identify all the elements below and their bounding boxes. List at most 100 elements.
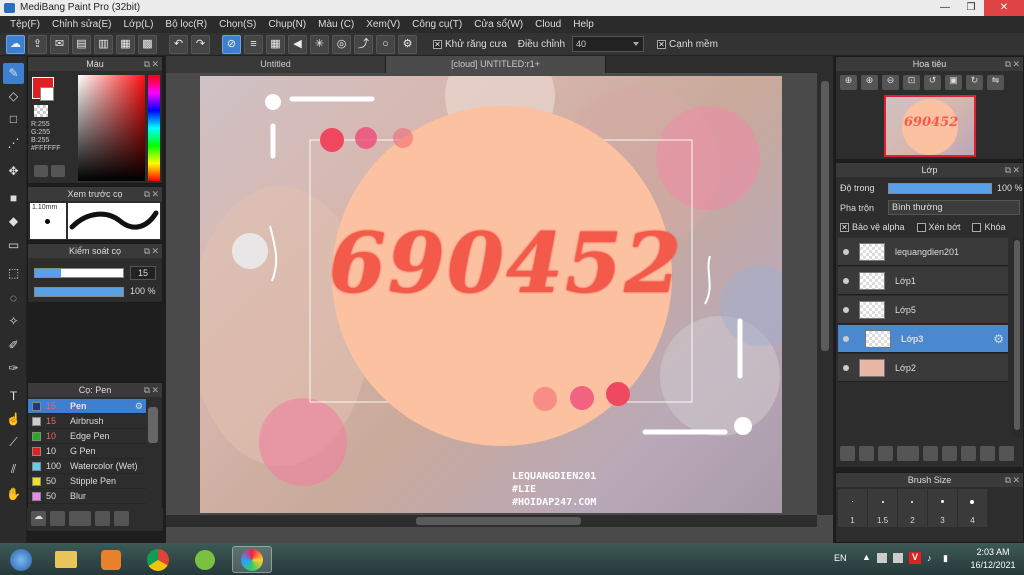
panel-close-icon[interactable]: ✕ xyxy=(151,244,159,258)
alpha-protect-option[interactable]: ✕ Bảo vệ alpha xyxy=(840,222,905,232)
snap-off-icon[interactable]: ⊘ xyxy=(222,34,241,54)
navigator-thumbnail[interactable]: 690452 xyxy=(884,95,976,157)
select-pen-tool-icon[interactable]: ✐ xyxy=(3,335,24,356)
chrome-icon[interactable] xyxy=(138,546,178,573)
new-8bit-layer-icon[interactable] xyxy=(878,446,893,461)
hue-slider[interactable] xyxy=(148,75,160,181)
clock-date[interactable]: 16/12/2021 xyxy=(968,560,1018,570)
antialias-option[interactable]: ✕ Khử răng cưa xyxy=(433,39,507,50)
menu-layer[interactable]: Lớp(L) xyxy=(118,16,160,33)
document-icon[interactable]: ▤ xyxy=(72,34,91,54)
panel-close-icon[interactable]: ✕ xyxy=(151,57,159,71)
menu-file[interactable]: Tệp(F) xyxy=(4,16,46,33)
fit-window-icon[interactable]: ▣ xyxy=(945,75,962,90)
undock-icon[interactable]: ⧉ xyxy=(1005,57,1011,71)
undock-icon[interactable]: ⧉ xyxy=(144,187,150,201)
undo-icon[interactable]: ↶ xyxy=(169,34,188,54)
layer-row[interactable]: Lớp2 xyxy=(838,354,1008,382)
lasso-tool-icon[interactable]: ◌ xyxy=(3,288,24,309)
file-explorer-icon[interactable] xyxy=(46,546,86,573)
eye-icon[interactable] xyxy=(843,364,849,371)
transparent-swatch[interactable] xyxy=(34,105,48,117)
dot-brush-tool-icon[interactable]: ⋰ xyxy=(3,133,24,154)
curve-snap-icon[interactable]: ⤴ xyxy=(354,34,373,54)
flip-icon[interactable]: ⇋ xyxy=(987,75,1004,90)
zoom-in-2-icon[interactable]: ⊕ xyxy=(861,75,878,90)
perspective-snap-icon[interactable]: ◀ xyxy=(288,34,307,54)
volume-icon[interactable]: ♪ xyxy=(927,553,932,563)
menu-view[interactable]: Xem(V) xyxy=(360,16,406,33)
panel-close-icon[interactable]: ✕ xyxy=(151,383,159,397)
cloud-icon[interactable]: ☁ xyxy=(6,34,25,54)
color-mode-icon[interactable] xyxy=(34,165,48,177)
medibang-taskbar-icon[interactable] xyxy=(232,546,272,573)
panel-close-icon[interactable]: ✕ xyxy=(151,187,159,201)
redo-icon[interactable]: ↷ xyxy=(191,34,210,54)
layer-row[interactable]: lequangdien201 xyxy=(838,238,1008,266)
undock-icon[interactable]: ⧉ xyxy=(144,383,150,397)
brush-size-preset[interactable]: 3 xyxy=(928,489,957,527)
clock-time[interactable]: 2:03 AM xyxy=(968,547,1018,557)
layer-properties-icon[interactable] xyxy=(980,446,995,461)
hand-tool-icon[interactable]: ✋ xyxy=(3,484,24,505)
language-indicator[interactable]: EN xyxy=(834,553,847,563)
folder-icon[interactable] xyxy=(114,511,129,526)
brush-item-watercolor[interactable]: 100 Watercolor (Wet) xyxy=(28,459,146,474)
brush-item-blur[interactable]: 50 Blur xyxy=(28,489,146,504)
gradient-tool-icon[interactable]: ▭ xyxy=(3,235,24,256)
brush-opacity-slider[interactable] xyxy=(34,287,124,297)
brush-item-pen[interactable]: 15 Pen ⚙ xyxy=(28,399,146,414)
soft-edge-option[interactable]: ✕ Cạnh mềm xyxy=(657,39,718,50)
layer-scrollbar[interactable] xyxy=(1012,238,1022,438)
brush-item-airbrush[interactable]: 15 Airbrush xyxy=(28,414,146,429)
panel-icon[interactable]: ▦ xyxy=(116,34,135,54)
layer-row-selected[interactable]: Lớp3 ⚙ xyxy=(838,325,1008,353)
delete-layer-icon[interactable] xyxy=(999,446,1014,461)
menu-help[interactable]: Help xyxy=(567,16,600,33)
brush-size-slider[interactable] xyxy=(34,268,124,278)
brush-list-scrollbar[interactable] xyxy=(148,407,158,443)
canvas-vertical-scrollbar[interactable] xyxy=(817,73,833,515)
maximize-button[interactable]: ❒ xyxy=(958,0,984,16)
settings-icon[interactable]: ⚙ xyxy=(398,34,417,54)
menu-tools[interactable]: Công cụ(T) xyxy=(406,16,468,33)
network-icon[interactable]: ▮ xyxy=(943,553,948,564)
brush-tool-icon[interactable]: ✎ xyxy=(3,63,24,84)
brush-item-g-pen[interactable]: 10 G Pen xyxy=(28,444,146,459)
eye-icon[interactable] xyxy=(843,248,849,255)
menu-snapshot[interactable]: Chụp(N) xyxy=(262,16,312,33)
eye-icon[interactable] xyxy=(843,277,849,284)
close-button[interactable]: ✕ xyxy=(984,0,1024,16)
eye-icon[interactable] xyxy=(843,335,849,342)
layer-row[interactable]: Lớp5 xyxy=(838,296,1008,324)
panel-close-icon[interactable]: ✕ xyxy=(1012,163,1020,177)
text-tool-icon[interactable]: T xyxy=(3,386,24,407)
app-icon-green[interactable] xyxy=(185,546,225,573)
brush-size-preset[interactable]: 1.5 xyxy=(868,489,897,527)
rotate-left-icon[interactable]: ↺ xyxy=(924,75,941,90)
background-color-swatch[interactable] xyxy=(40,87,54,101)
brush-size-value[interactable]: 15 xyxy=(130,266,156,280)
menu-select[interactable]: Chọn(S) xyxy=(213,16,262,33)
add-brush-icon[interactable] xyxy=(69,511,91,526)
brush-item-edge-pen[interactable]: 10 Edge Pen xyxy=(28,429,146,444)
grid-snap-icon[interactable]: ▦ xyxy=(266,34,285,54)
page-icon[interactable]: ▥ xyxy=(94,34,113,54)
cloud-brush-icon[interactable]: ☁ xyxy=(31,511,46,526)
start-button[interactable] xyxy=(2,546,40,573)
undock-icon[interactable]: ⧉ xyxy=(1005,163,1011,177)
layer-folder-icon[interactable] xyxy=(923,446,938,461)
blend-mode-select[interactable]: Bình thường xyxy=(888,200,1020,215)
eyedropper-tool-icon[interactable]: ⟋ xyxy=(3,432,24,453)
brush-settings-icon[interactable]: ⚙ xyxy=(135,401,143,412)
tray-expand-icon[interactable]: ▲ xyxy=(862,552,871,562)
parallel-snap-icon[interactable]: ≡ xyxy=(244,34,263,54)
clipping-option[interactable]: Xén bớt xyxy=(916,222,960,232)
layer-row[interactable]: Lớp1 xyxy=(838,267,1008,295)
lock-option[interactable]: Khóa xyxy=(972,222,1006,232)
zoom-in-icon[interactable]: ⊕ xyxy=(840,75,857,90)
tray-app-icon[interactable] xyxy=(877,553,887,563)
menu-filter[interactable]: Bộ lọc(R) xyxy=(159,16,213,33)
panel-close-icon[interactable]: ✕ xyxy=(1012,473,1020,487)
bucket-tool-icon[interactable]: ◆ xyxy=(3,211,24,232)
